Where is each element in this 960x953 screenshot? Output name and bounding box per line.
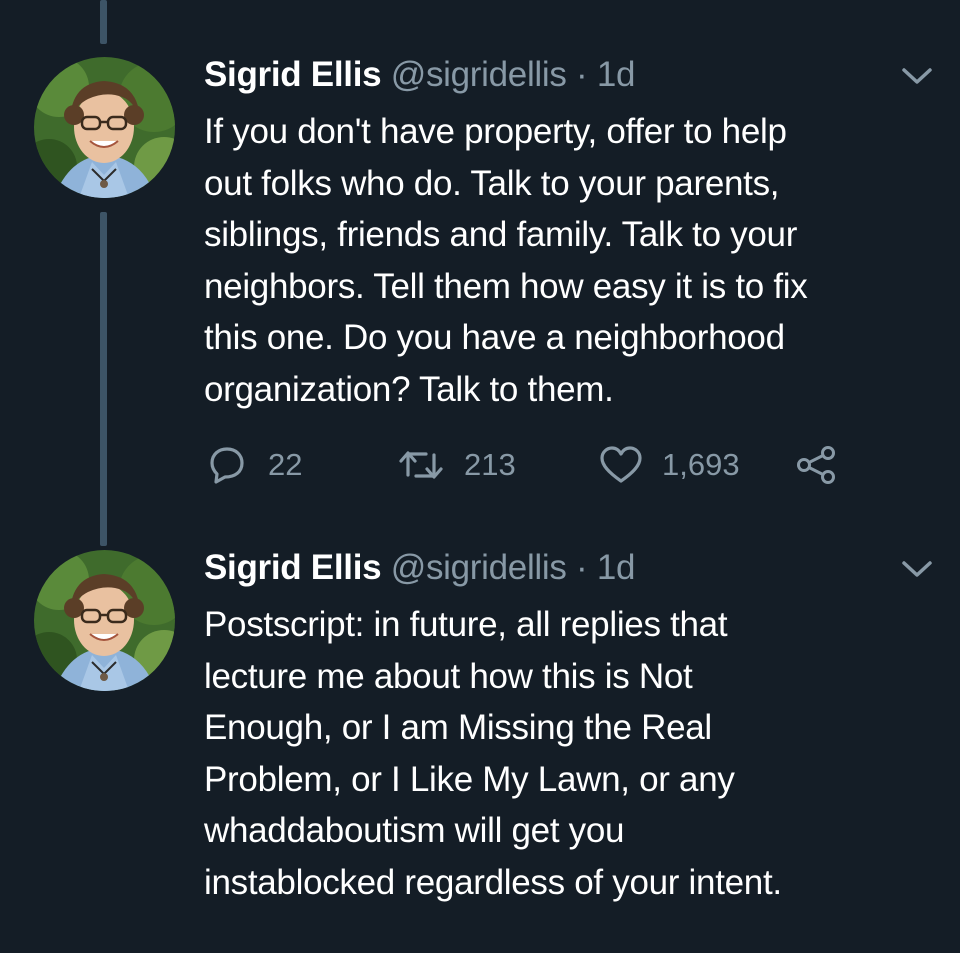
tweet-text-line: out folks who do. Talk to your parents,: [204, 163, 780, 203]
chevron-down-icon[interactable]: [900, 558, 934, 580]
retweet-count: 213: [464, 447, 516, 482]
tweet-text-line: Postscript: in future, all replies that: [204, 605, 728, 644]
reply-count: 22: [268, 447, 303, 482]
retweet-icon: [396, 445, 446, 485]
tweet-text: If you don't have property, offer to hel…: [204, 106, 944, 415]
tweet-text-line: If you don't have property, offer to hel…: [204, 112, 787, 151]
tweet-header: Sigrid Ellis @sigridellis · 1d: [204, 55, 635, 95]
tweet-text-line: Enough, or I am Missing the Real: [204, 708, 712, 747]
reply-icon: [204, 445, 250, 485]
share-button[interactable]: [794, 443, 838, 487]
tweet-text: Postscript: in future, all replies that …: [204, 599, 944, 908]
tweet-text-line: Problem, or I Like My Lawn, or any: [204, 759, 735, 799]
author-name[interactable]: Sigrid Ellis: [204, 55, 382, 94]
tweet-text-line: siblings, friends and family. Talk to yo…: [204, 215, 798, 254]
chevron-down-icon[interactable]: [900, 65, 934, 87]
tweet-text-line: neighbors. Tell them how easy it is to f…: [204, 266, 808, 306]
tweet-text-line: whaddaboutism will get you: [204, 811, 625, 850]
share-icon: [794, 445, 838, 485]
thread-line: [100, 212, 107, 546]
tweet-actions: 22 213 1,693: [204, 443, 904, 487]
timestamp[interactable]: 1d: [597, 55, 636, 94]
tweet-text-line: this one. Do you have a neighborhood: [204, 318, 785, 357]
like-button[interactable]: 1,693: [598, 443, 740, 487]
retweet-button[interactable]: 213: [396, 443, 516, 487]
author-handle[interactable]: @sigridellis: [391, 548, 567, 587]
tweet-text-line: lecture me about how this is Not: [204, 656, 693, 696]
like-count: 1,693: [662, 447, 740, 482]
reply-button[interactable]: 22: [204, 443, 302, 487]
tweet-header: Sigrid Ellis @sigridellis · 1d: [204, 548, 635, 588]
tweet-text-line: organization? Talk to them.: [204, 369, 614, 409]
heart-icon: [598, 445, 644, 485]
timestamp[interactable]: 1d: [597, 548, 636, 587]
avatar[interactable]: [34, 57, 175, 198]
tweet-text-line: instablocked regardless of your intent.: [204, 862, 782, 902]
author-handle[interactable]: @sigridellis: [391, 55, 567, 94]
separator-dot: ·: [576, 548, 588, 587]
separator-dot: ·: [576, 55, 588, 94]
avatar[interactable]: [34, 550, 175, 691]
author-name[interactable]: Sigrid Ellis: [204, 548, 382, 587]
thread-line: [100, 0, 107, 44]
